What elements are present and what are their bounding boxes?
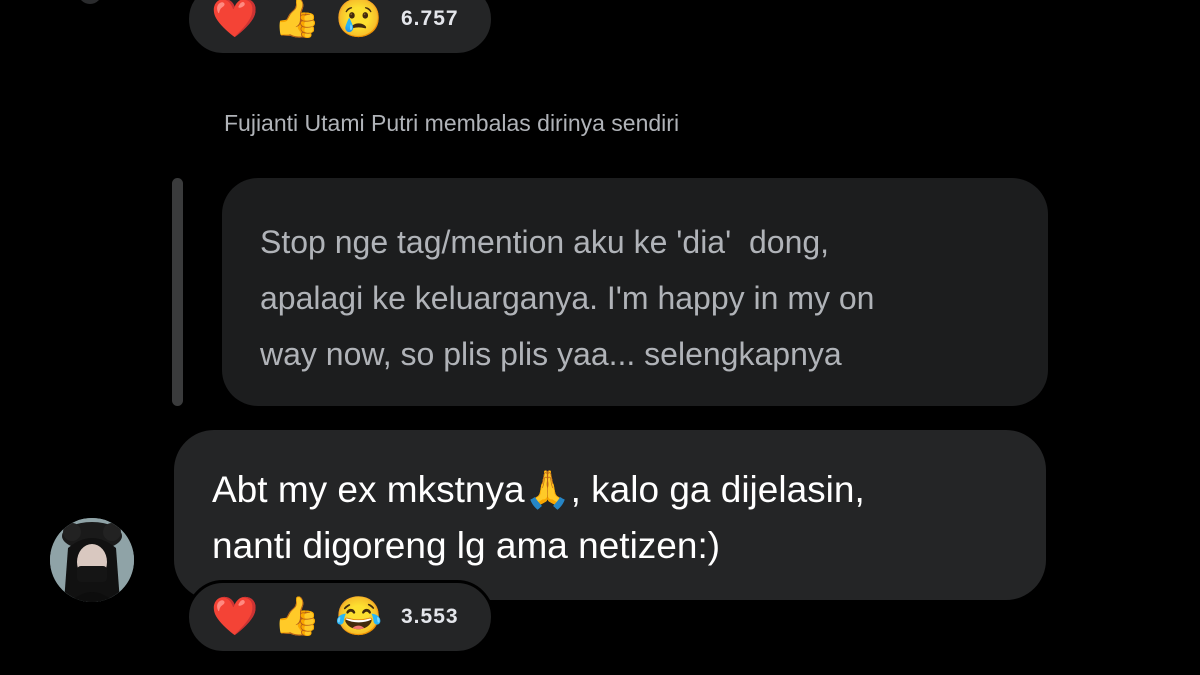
reply-text-line: way now, so plis plis yaa... selengkapny… bbox=[260, 336, 842, 372]
heart-icon: ❤️ bbox=[211, 596, 259, 638]
reply-text-line: Stop nge tag/mention aku ke 'dia' dong, bbox=[260, 224, 830, 260]
comment-text-line: Abt my ex mkstnya🙏, kalo ga dijelasin, bbox=[212, 469, 865, 510]
reaction-summary[interactable]: ❤️ 👍 😂 3.553 bbox=[186, 580, 494, 654]
comment-bubble[interactable]: Abt my ex mkstnya🙏, kalo ga dijelasin, n… bbox=[174, 430, 1046, 600]
thumbs-up-icon: 👍 bbox=[273, 0, 321, 40]
comment-text-line: nanti digoreng lg ama netizen:) bbox=[212, 525, 721, 566]
avatar[interactable] bbox=[50, 518, 134, 602]
laughing-icon: 😂 bbox=[335, 596, 383, 638]
avatar-image bbox=[50, 518, 134, 602]
reply-thread-label[interactable]: Fujianti Utami Putri membalas dirinya se… bbox=[224, 110, 679, 137]
reaction-summary-top[interactable]: ❤️ 👍 😢 6.757 bbox=[186, 0, 494, 56]
thread-line bbox=[172, 178, 183, 406]
reaction-count: 3.553 bbox=[401, 605, 459, 628]
previous-avatar[interactable] bbox=[78, 0, 102, 4]
reply-comment-bubble[interactable]: Stop nge tag/mention aku ke 'dia' dong, … bbox=[222, 178, 1048, 406]
heart-icon: ❤️ bbox=[211, 0, 259, 40]
reaction-count: 6.757 bbox=[401, 7, 459, 30]
thumbs-up-icon: 👍 bbox=[273, 596, 321, 638]
sad-face-icon: 😢 bbox=[335, 0, 383, 40]
reply-text-line: apalagi ke keluarganya. I'm happy in my … bbox=[260, 280, 875, 316]
